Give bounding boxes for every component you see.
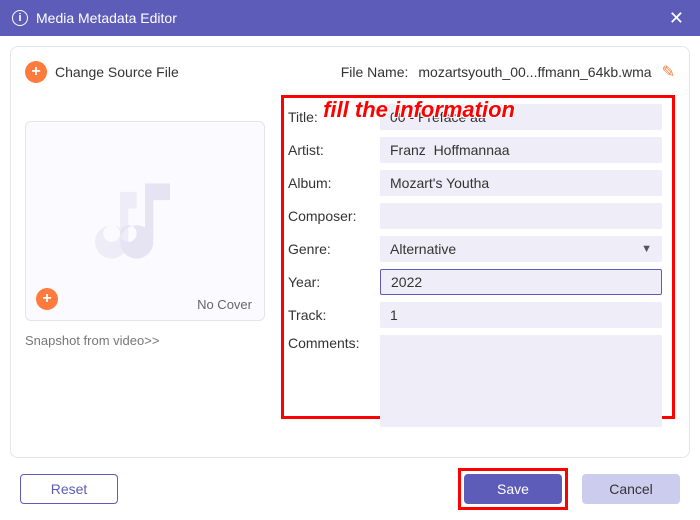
plus-icon: + (25, 61, 47, 83)
artist-row: Artist: (288, 137, 662, 163)
composer-label: Composer: (288, 208, 380, 224)
track-input[interactable] (380, 302, 662, 328)
add-cover-button[interactable]: + (36, 288, 58, 310)
snapshot-link[interactable]: Snapshot from video>> (25, 333, 265, 348)
cover-box[interactable]: + No Cover (25, 121, 265, 321)
comments-row: Comments: (288, 335, 662, 427)
pencil-icon[interactable]: ✎ (662, 62, 675, 82)
year-label: Year: (288, 274, 380, 290)
artist-input[interactable] (380, 137, 662, 163)
info-icon: i (12, 10, 28, 26)
file-name-area: File Name: mozartsyouth_00...ffmann_64kb… (341, 62, 675, 82)
genre-select[interactable]: Alternative ▼ (380, 236, 662, 262)
chevron-down-icon: ▼ (641, 243, 652, 255)
form-column: Title: Artist: Album: Composer: Genre: (281, 121, 675, 419)
title-bar: i Media Metadata Editor ✕ (0, 0, 700, 36)
form-highlight-box: Title: Artist: Album: Composer: Genre: (281, 95, 675, 419)
body-area: + No Cover Snapshot from video>> Title: … (25, 121, 675, 419)
change-source-button[interactable]: + Change Source File (25, 61, 179, 83)
cancel-button[interactable]: Cancel (582, 474, 680, 504)
save-button[interactable]: Save (464, 474, 562, 504)
top-row: + Change Source File File Name: mozartsy… (25, 61, 675, 83)
annotation-text: fill the information (323, 97, 515, 123)
album-input[interactable] (380, 170, 662, 196)
change-source-label: Change Source File (55, 64, 179, 80)
file-name-value: mozartsyouth_00...ffmann_64kb.wma (418, 64, 651, 80)
year-input[interactable] (380, 269, 662, 295)
year-row: Year: (288, 269, 662, 295)
genre-value: Alternative (390, 241, 456, 257)
close-icon[interactable]: ✕ (665, 8, 688, 29)
genre-row: Genre: Alternative ▼ (288, 236, 662, 262)
album-label: Album: (288, 175, 380, 191)
genre-label: Genre: (288, 241, 380, 257)
track-row: Track: (288, 302, 662, 328)
comments-label: Comments: (288, 335, 380, 351)
track-label: Track: (288, 307, 380, 323)
save-highlight-box: Save (458, 468, 568, 510)
comments-textarea[interactable] (380, 335, 662, 427)
album-row: Album: (288, 170, 662, 196)
music-note-icon (95, 171, 195, 271)
file-name-label: File Name: (341, 64, 409, 80)
reset-button[interactable]: Reset (20, 474, 118, 504)
artist-label: Artist: (288, 142, 380, 158)
footer: Reset Save Cancel (0, 458, 700, 520)
composer-input[interactable] (380, 203, 662, 229)
window-title: Media Metadata Editor (36, 10, 665, 26)
composer-row: Composer: (288, 203, 662, 229)
cover-column: + No Cover Snapshot from video>> (25, 121, 265, 419)
no-cover-label: No Cover (197, 297, 252, 312)
main-panel: + Change Source File File Name: mozartsy… (10, 46, 690, 458)
